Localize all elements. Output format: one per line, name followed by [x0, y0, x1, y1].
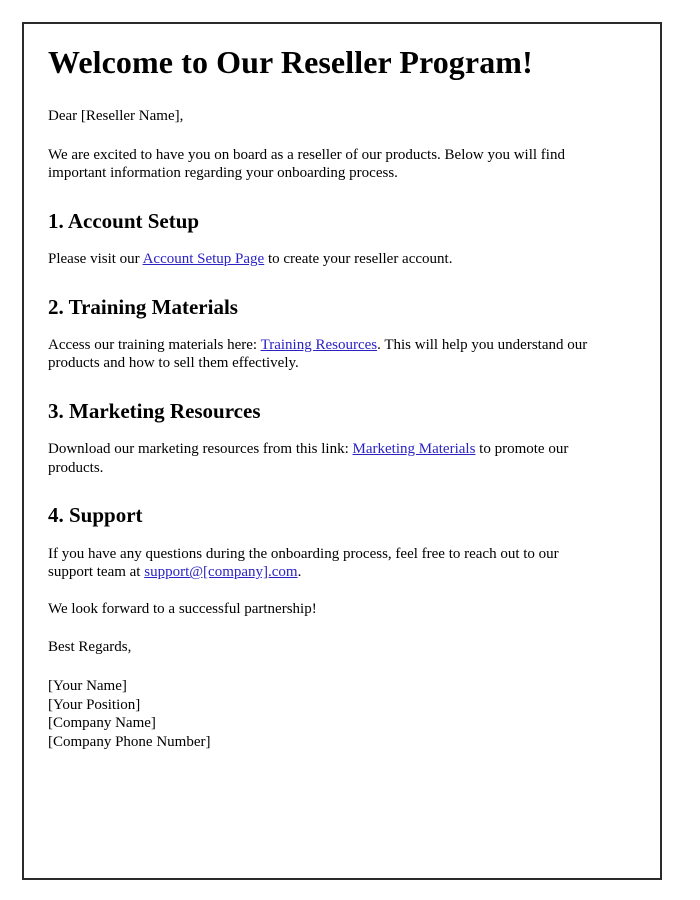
- section-body-marketing-resources: Download our marketing resources from th…: [48, 440, 602, 477]
- document-page-frame: Welcome to Our Reseller Program! Dear [R…: [22, 22, 662, 880]
- training-resources-link[interactable]: Training Resources: [261, 337, 378, 353]
- section-body-text-after: to create your reseller account.: [264, 251, 453, 268]
- document-content: Welcome to Our Reseller Program! Dear [R…: [48, 44, 602, 751]
- marketing-materials-link[interactable]: Marketing Materials: [353, 441, 476, 457]
- section-heading-training-materials: 2. Training Materials: [48, 294, 238, 319]
- signature-block: [Your Name] [Your Position] [Company Nam…: [48, 677, 602, 751]
- section-body-account-setup: Please visit our Account Setup Page to c…: [48, 250, 602, 269]
- section-body-text-before: Please visit our: [48, 251, 143, 268]
- support-email-link[interactable]: support@[company].com: [144, 564, 297, 580]
- section-body-text-after: .: [297, 564, 302, 581]
- salutation-text: Dear [Reseller Name],: [48, 108, 184, 125]
- section-body-text-before: If you have any questions during the onb…: [48, 545, 559, 581]
- account-setup-page-link[interactable]: Account Setup Page: [143, 251, 265, 267]
- section-body-support: If you have any questions during the onb…: [48, 545, 602, 582]
- section-heading-account-setup: 1. Account Setup: [48, 208, 200, 233]
- sign-off-text: Best Regards,: [48, 639, 132, 656]
- signature-line-position: [Your Position]: [48, 696, 141, 713]
- page-title: Welcome to Our Reseller Program!: [48, 44, 533, 80]
- section-heading-support: 4. Support: [48, 503, 143, 528]
- signature-line-name: [Your Name]: [48, 677, 127, 694]
- signature-line-phone: [Company Phone Number]: [48, 733, 211, 750]
- section-body-text-before: Download our marketing resources from th…: [48, 441, 353, 458]
- signature-line-company: [Company Name]: [48, 715, 156, 732]
- closing-paragraph: We look forward to a successful partners…: [48, 600, 317, 617]
- section-body-training-materials: Access our training materials here: Trai…: [48, 336, 602, 373]
- intro-paragraph: We are excited to have you on board as a…: [48, 146, 565, 182]
- section-heading-marketing-resources: 3. Marketing Resources: [48, 399, 261, 424]
- section-body-text-before: Access our training materials here:: [48, 336, 261, 353]
